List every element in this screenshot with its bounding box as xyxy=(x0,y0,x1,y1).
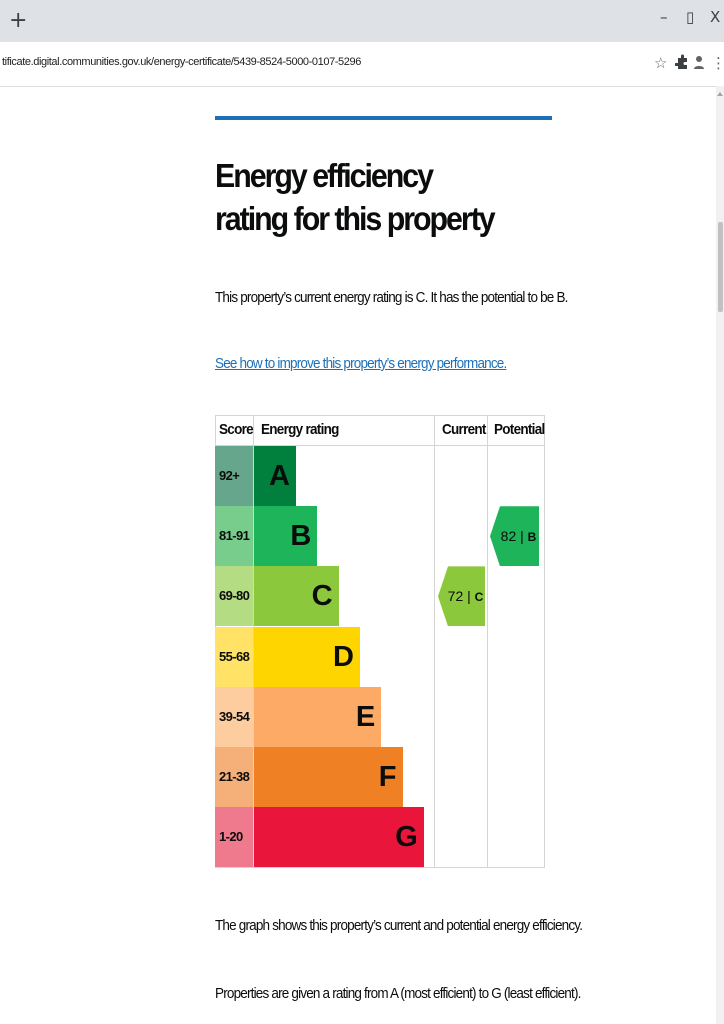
band-letter: C xyxy=(311,580,333,613)
band-letter: G xyxy=(395,821,418,854)
ratings-explanation: Properties are given a rating from A (mo… xyxy=(215,985,581,1002)
band-score-d: 55-68 xyxy=(215,626,253,687)
band-score-c: 69-80 xyxy=(215,566,253,627)
scrollbar-thumb[interactable] xyxy=(718,222,723,312)
band-bar-f: F xyxy=(254,747,403,807)
profile-icon[interactable] xyxy=(693,54,705,74)
column-header-score: Score xyxy=(219,421,254,438)
rating-summary: This property’s current energy rating is… xyxy=(215,289,568,306)
page-title: Energy efficiency rating for this proper… xyxy=(215,157,496,237)
band-bar-d: D xyxy=(254,626,360,687)
improve-performance-link[interactable]: See how to improve this property’s energ… xyxy=(215,355,507,372)
current-rating-arrow: 72 | C xyxy=(438,566,485,627)
potential-rating-arrow: 82 | B xyxy=(490,506,539,567)
band-score-a: 92+ xyxy=(215,446,253,506)
current-rating-label: 72 | C xyxy=(447,588,484,605)
band-letter: B xyxy=(290,520,312,553)
band-letter: A xyxy=(269,460,290,492)
column-divider xyxy=(434,415,435,867)
restore-button[interactable]: ▯ xyxy=(686,8,694,26)
band-letter: F xyxy=(378,761,397,793)
browser-toolbar: tificate.digital.communities.gov.uk/ener… xyxy=(0,42,724,87)
section-divider xyxy=(215,116,552,120)
tab-strip: + – ▯ X xyxy=(0,0,724,42)
star-icon[interactable]: ☆ xyxy=(654,54,667,72)
close-window-button[interactable]: X xyxy=(710,8,720,26)
band-letter: E xyxy=(355,700,376,733)
new-tab-button[interactable]: + xyxy=(9,8,27,34)
band-bar-a: A xyxy=(254,446,296,506)
column-header-current: Current xyxy=(442,421,486,438)
column-divider xyxy=(487,415,488,867)
graph-explanation: The graph shows this property’s current … xyxy=(215,917,583,934)
kebab-menu-icon[interactable]: ⋮ xyxy=(711,54,724,72)
extension-puzzle-icon[interactable] xyxy=(674,54,689,74)
band-letter: D xyxy=(332,640,354,673)
band-score-b: 81-91 xyxy=(215,506,253,567)
energy-rating-chart: Score Energy rating Current Potential 92… xyxy=(215,415,545,868)
band-bar-g: G xyxy=(254,807,424,868)
band-score-f: 21-38 xyxy=(215,747,253,807)
band-score-e: 39-54 xyxy=(215,686,253,747)
address-bar[interactable]: tificate.digital.communities.gov.uk/ener… xyxy=(2,56,361,68)
band-bar-c: C xyxy=(254,566,339,627)
potential-rating-label: 82 | B xyxy=(500,528,537,545)
column-header-energy-rating: Energy rating xyxy=(261,421,339,438)
column-header-potential: Potential xyxy=(494,421,545,438)
band-bar-b: B xyxy=(254,506,318,567)
minimize-button[interactable]: – xyxy=(660,8,668,26)
band-bar-e: E xyxy=(254,686,382,747)
band-score-g: 1-20 xyxy=(215,807,253,868)
scroll-up-arrow-icon[interactable] xyxy=(717,92,723,96)
